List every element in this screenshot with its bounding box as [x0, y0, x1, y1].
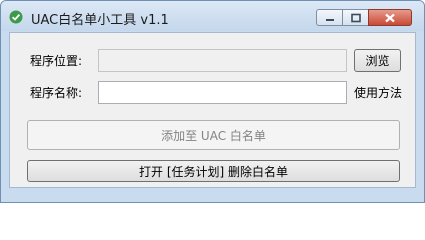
path-field — [98, 49, 347, 72]
browse-button[interactable]: 浏览 — [354, 49, 401, 72]
window-controls — [316, 9, 412, 26]
name-field[interactable] — [98, 81, 347, 104]
close-icon — [385, 13, 395, 22]
window-title: UAC白名单小工具 v1.1 — [31, 13, 169, 28]
name-label: 程序名称: — [30, 86, 83, 100]
open-task-scheduler-button[interactable]: 打开 [任务计划] 删除白名单 — [27, 160, 400, 182]
path-label: 程序位置: — [30, 54, 83, 68]
close-button[interactable] — [368, 9, 412, 26]
add-to-whitelist-button[interactable]: 添加至 UAC 白名单 — [27, 120, 400, 150]
shield-check-icon — [9, 10, 23, 24]
title-bar[interactable]: UAC白名单小工具 v1.1 — [1, 1, 424, 31]
app-window: UAC白名单小工具 v1.1 程序位置: 浏览 程序名称: 使用方法 添加至 U… — [0, 0, 425, 203]
maximize-icon — [350, 13, 361, 22]
minimize-icon — [325, 18, 334, 21]
client-area: 程序位置: 浏览 程序名称: 使用方法 添加至 UAC 白名单 打开 [任务计划… — [9, 32, 416, 188]
minimize-button[interactable] — [316, 9, 342, 26]
usage-link[interactable]: 使用方法 — [354, 84, 402, 101]
maximize-button[interactable] — [342, 9, 368, 26]
